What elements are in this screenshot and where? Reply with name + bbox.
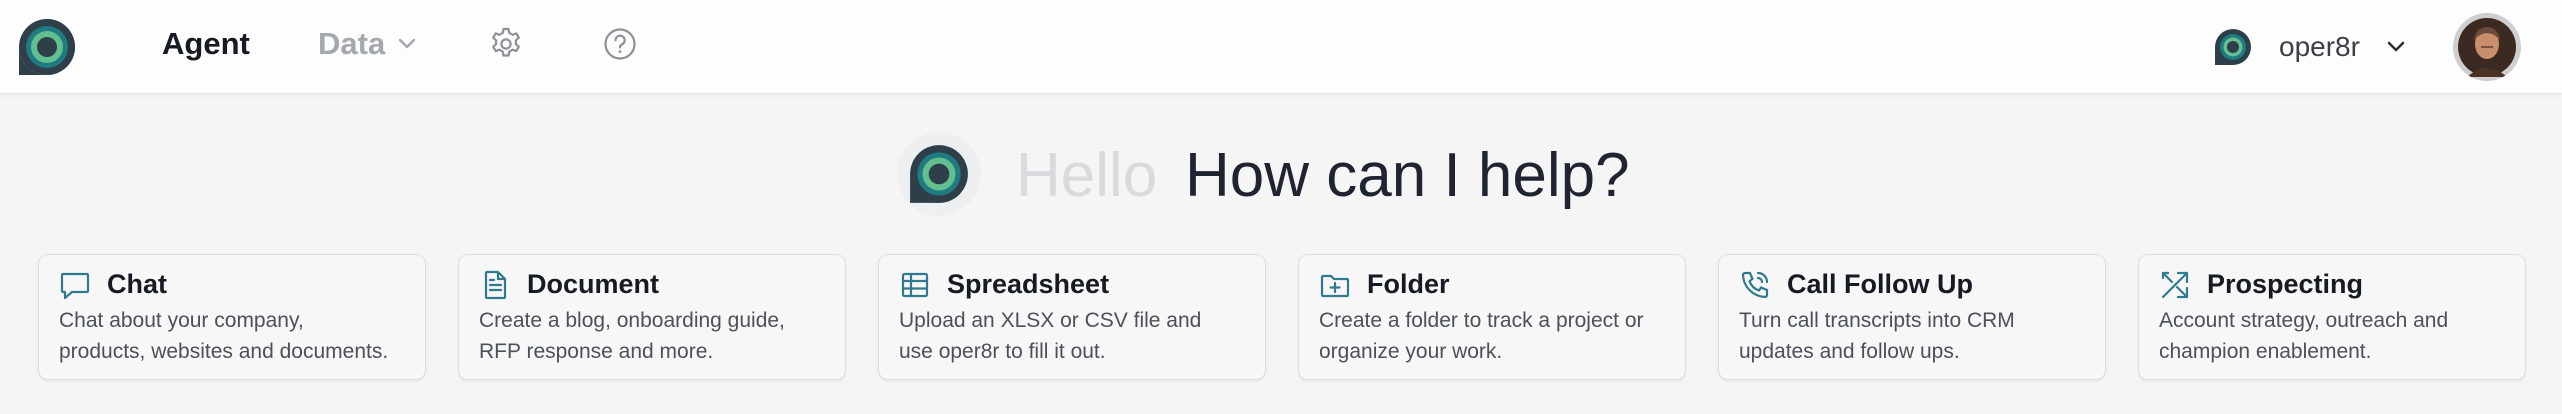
hero-question-text: How can I help? [1185, 141, 1630, 210]
nav-data-dropdown[interactable]: Data [318, 26, 417, 62]
card-title: Chat [107, 269, 167, 299]
card-title: Spreadsheet [947, 269, 1110, 299]
card-desc-line: Upload an XLSX or CSV file and [899, 309, 1202, 332]
card-call-follow-up[interactable]: Call Follow Up Turn call transcripts int… [1718, 254, 2106, 380]
card-desc-line: RFP response and more. [479, 340, 714, 363]
workspace-name: oper8r [2279, 31, 2360, 62]
card-folder[interactable]: Folder Create a folder to track a projec… [1298, 254, 1686, 380]
card-chat[interactable]: Chat Chat about your company, products, … [38, 254, 426, 380]
help-question-icon[interactable] [602, 26, 638, 62]
workspace-logo-icon [2215, 29, 2251, 65]
card-desc-line: use oper8r to fill it out. [899, 340, 1106, 363]
card-title: Prospecting [2207, 269, 2364, 299]
card-description: Upload an XLSX or CSV file and use oper8… [899, 305, 1255, 367]
hero-logo-badge [897, 132, 981, 216]
card-title: Folder [1367, 269, 1450, 299]
card-description: Create a folder to track a project or or… [1319, 305, 1675, 367]
table-icon [901, 272, 929, 298]
card-description: Account strategy, outreach and champion … [2159, 305, 2515, 367]
app-logo-icon[interactable] [16, 16, 78, 78]
card-spreadsheet[interactable]: Spreadsheet Upload an XLSX or CSV file a… [878, 254, 1266, 380]
card-desc-line: products, websites and documents. [59, 340, 389, 363]
card-title: Call Follow Up [1787, 269, 1973, 299]
card-title: Document [527, 269, 660, 299]
card-description: Turn call transcripts into CRM updates a… [1739, 305, 2095, 367]
chevron-down-icon [2387, 41, 2405, 52]
app-logo-icon [910, 145, 968, 203]
chat-bubble-icon [60, 272, 90, 300]
route-arrows-icon [2161, 271, 2189, 299]
user-avatar[interactable] [2453, 13, 2521, 81]
chevron-down-icon [399, 38, 416, 49]
phone-call-icon [1741, 271, 1769, 299]
hero-hello-text: Hello [1016, 141, 1158, 210]
workspace-switcher[interactable]: oper8r [2214, 28, 2406, 66]
card-document[interactable]: Document Create a blog, onboarding guide… [458, 254, 846, 380]
card-desc-line: Account strategy, outreach and [2159, 309, 2449, 332]
top-navigation-bar: Agent Data oper8r [0, 0, 2562, 94]
nav-agent-tab[interactable]: Agent [162, 26, 250, 62]
card-desc-line: Chat about your company, [59, 309, 304, 332]
card-prospecting[interactable]: Prospecting Account strategy, outreach a… [2138, 254, 2526, 380]
card-desc-line: champion enablement. [2159, 340, 2372, 363]
user-photo-icon [2453, 13, 2521, 81]
folder-plus-icon [1320, 274, 1350, 298]
card-desc-line: Turn call transcripts into CRM [1739, 309, 2015, 332]
card-desc-line: organize your work. [1319, 340, 1503, 363]
gear-icon[interactable] [488, 26, 524, 62]
card-description: Chat about your company, products, websi… [59, 305, 415, 367]
hero-greeting: Hello How can I help? [0, 132, 2562, 216]
document-icon [484, 270, 507, 300]
card-desc-line: Create a blog, onboarding guide, [479, 309, 785, 332]
card-desc-line: updates and follow ups. [1739, 340, 1960, 363]
nav-data-label: Data [318, 26, 386, 61]
card-description: Create a blog, onboarding guide, RFP res… [479, 305, 835, 367]
card-desc-line: Create a folder to track a project or [1319, 309, 1644, 332]
